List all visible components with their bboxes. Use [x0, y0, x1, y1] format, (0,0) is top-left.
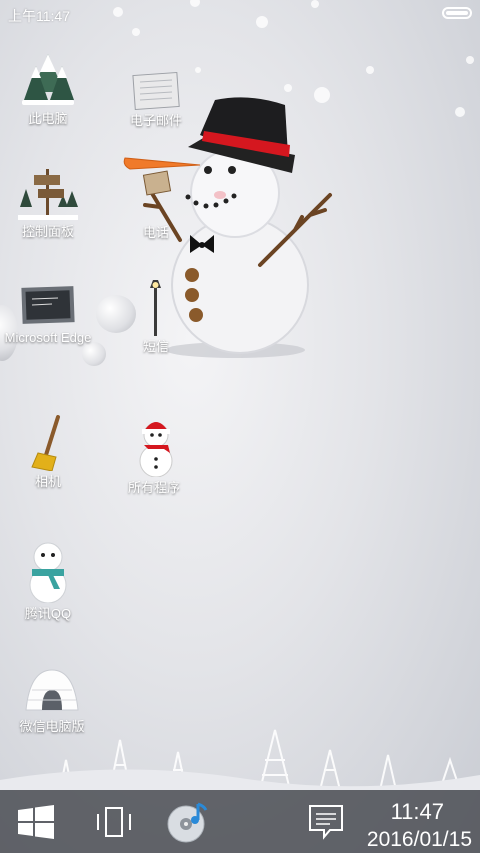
status-time: 上午11:47: [8, 8, 70, 24]
media-player-button[interactable]: [166, 800, 210, 844]
windows-logo-icon: [18, 805, 54, 839]
email-notes-icon: [126, 70, 186, 111]
task-view-button[interactable]: [92, 800, 136, 844]
desktop-icon-label: 相机: [34, 474, 61, 489]
desktop-icon-label: 控制面板: [21, 224, 74, 239]
street-lamp-icon: [126, 280, 186, 336]
shovel-icon: [18, 415, 78, 472]
start-button[interactable]: [14, 800, 58, 844]
desktop-icon-all-programs[interactable]: 所有程序: [104, 413, 204, 497]
desktop-icon-this-pc[interactable]: 此电脑: [0, 52, 98, 128]
signpost-icon: [18, 165, 78, 221]
desktop-icon-control-panel[interactable]: 控制面板: [0, 165, 98, 241]
chalkboard-icon: [18, 283, 78, 327]
taskbar-clock-date[interactable]: 2016/01/15: [367, 828, 472, 852]
desktop-icon-camera[interactable]: 相机: [0, 415, 98, 491]
task-view-icon: [97, 807, 131, 837]
desktop-icon-tencent-qq[interactable]: 腾讯QQ: [0, 537, 98, 623]
igloo-icon: [22, 660, 82, 716]
desktop-icon-sms[interactable]: 短信: [106, 280, 206, 356]
desktop-icon-label: 微信电脑版: [19, 719, 85, 734]
desktop-icon-microsoft-edge[interactable]: Microsoft Edge: [0, 283, 98, 346]
desktop-icon-label: Microsoft Edge: [4, 330, 92, 345]
desktop-icon-label: 电话: [142, 225, 169, 240]
desktop-icon-label: 短信: [142, 339, 169, 354]
battery-icon: [442, 7, 472, 19]
desktop-icon-label: 此电脑: [28, 111, 68, 126]
desktop-icon-email[interactable]: 电子邮件: [106, 70, 206, 130]
desktop-icon-label: 腾讯QQ: [24, 606, 72, 621]
action-center-icon: [309, 805, 343, 840]
taskbar-clock-time[interactable]: 11:47: [391, 799, 444, 825]
action-center-button[interactable]: [304, 800, 348, 844]
desktop-icon-phone[interactable]: 电话: [106, 166, 206, 242]
status-bar: 上午11:47: [0, 0, 480, 28]
snowman-scarf-icon: [18, 537, 78, 604]
desktop-icon-wechat-pc[interactable]: 微信电脑版: [2, 660, 102, 736]
music-disc-icon: [167, 802, 208, 843]
desktop-icon-label: 电子邮件: [129, 113, 182, 128]
snowman-red-hat-icon: [124, 413, 184, 478]
snowy-trees-icon: [18, 52, 78, 108]
desktop-icon-label: 所有程序: [127, 480, 180, 495]
phone-icon: [126, 166, 186, 222]
